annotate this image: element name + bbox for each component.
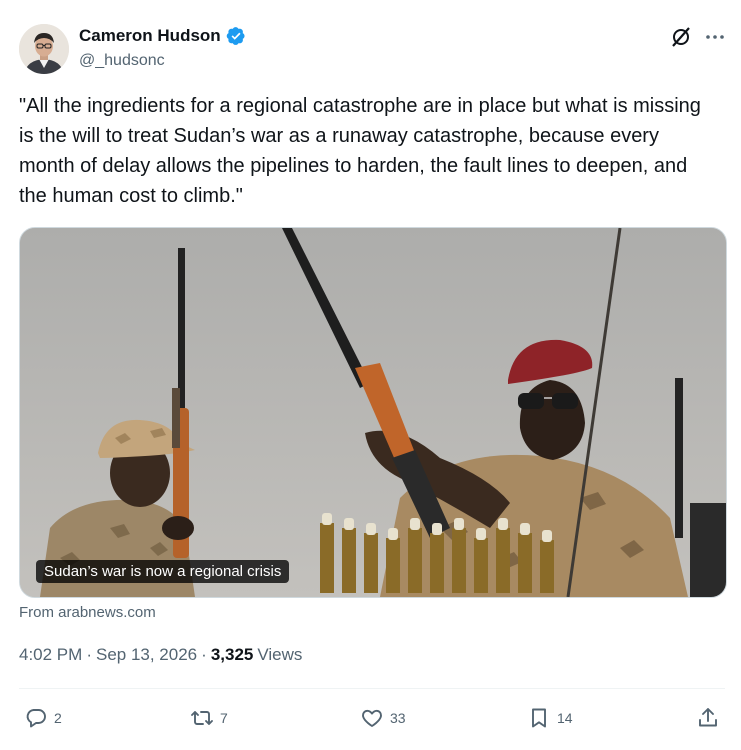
views-count: 3,325 (210, 645, 254, 664)
grok-button[interactable] (670, 26, 692, 48)
card-image (20, 228, 726, 597)
views-label: Views (257, 645, 303, 664)
repost-icon (191, 711, 213, 725)
card-source: From arabnews.com (19, 604, 156, 621)
tweet-meta: 4:02 PM · Sep 13, 2026 · 3,325 Views (19, 645, 302, 665)
meta-separator: · (201, 645, 207, 664)
reply-button[interactable]: 2 (24, 706, 62, 730)
author-handle[interactable]: @_hudsonc (79, 52, 165, 70)
author-name-row: Cameron Hudson (79, 26, 246, 46)
tweet-time[interactable]: 4:02 PM (19, 645, 82, 665)
card-title: Sudan’s war is now a regional crisis (36, 560, 290, 583)
bookmark-count: 14 (557, 710, 573, 726)
meta-separator: · (86, 645, 92, 664)
link-card[interactable]: Sudan’s war is now a regional crisis (19, 227, 727, 598)
reply-icon (26, 709, 46, 728)
verified-badge-icon[interactable] (226, 26, 246, 46)
more-dots-icon (706, 35, 724, 39)
like-button[interactable]: 33 (360, 706, 406, 730)
author-display-name[interactable]: Cameron Hudson (79, 26, 221, 46)
divider (19, 688, 725, 689)
reply-count: 2 (54, 710, 62, 726)
grok-icon (672, 27, 690, 47)
more-options-button[interactable] (704, 26, 726, 48)
bookmark-button[interactable]: 14 (527, 706, 573, 730)
share-icon (699, 708, 717, 727)
heart-icon (362, 709, 382, 727)
repost-count: 7 (220, 710, 228, 726)
avatar-image (19, 24, 69, 74)
tweet-text: "All the ingredients for a regional cata… (19, 95, 707, 207)
like-count: 33 (390, 710, 406, 726)
avatar[interactable] (19, 24, 69, 74)
tweet-date[interactable]: Sep 13, 2026 (96, 645, 197, 665)
share-button[interactable] (696, 706, 720, 730)
repost-button[interactable]: 7 (190, 706, 228, 730)
bookmark-icon (532, 708, 546, 728)
